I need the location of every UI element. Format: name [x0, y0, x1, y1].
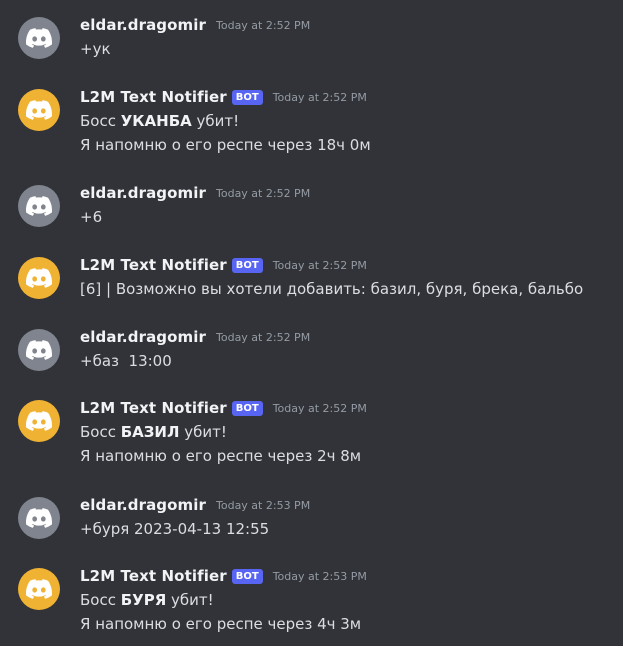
timestamp: Today at 2:52 PM [272, 258, 367, 272]
boss-name: БУРЯ [120, 591, 167, 609]
message-header: eldar.dragomir Today at 2:53 PM [80, 494, 310, 516]
chat-message-list: eldar.dragomir Today at 2:52 PM +ук L2M … [0, 0, 623, 646]
username[interactable]: L2M Text Notifier [80, 399, 227, 417]
message-content: Босс УКАНБА убит! [80, 110, 239, 132]
bot-tag-badge: BOT [231, 400, 263, 416]
discord-logo-icon [26, 579, 52, 599]
discord-logo-icon [26, 100, 52, 120]
username[interactable]: eldar.dragomir [80, 496, 206, 514]
username[interactable]: L2M Text Notifier [80, 567, 227, 585]
user-avatar[interactable] [18, 329, 60, 371]
boss-name: БАЗИЛ [120, 423, 180, 441]
bot-avatar[interactable] [18, 257, 60, 299]
timestamp: Today at 2:52 PM [216, 186, 311, 200]
message-header: eldar.dragomir Today at 2:52 PM [80, 14, 310, 36]
discord-logo-icon [26, 508, 52, 528]
message-content: Босс БАЗИЛ убит! [80, 421, 227, 443]
user-avatar[interactable] [18, 185, 60, 227]
discord-logo-icon [26, 268, 52, 288]
user-avatar[interactable] [18, 497, 60, 539]
bot-avatar[interactable] [18, 89, 60, 131]
message-header: L2M Text Notifier BOT Today at 2:53 PM [80, 565, 367, 587]
discord-logo-icon [26, 196, 52, 216]
discord-logo-icon [26, 340, 52, 360]
message-content: Я напомню о его респе через 4ч 3м [80, 615, 362, 633]
message-content: Босс БУРЯ убит! [80, 589, 214, 611]
message-content: +ук [80, 40, 111, 58]
timestamp: Today at 2:52 PM [216, 330, 311, 344]
timestamp: Today at 2:53 PM [216, 498, 311, 512]
message-content: Я напомню о его респе через 18ч 0м [80, 136, 371, 154]
username[interactable]: eldar.dragomir [80, 16, 206, 34]
username[interactable]: L2M Text Notifier [80, 88, 227, 106]
message-header: L2M Text Notifier BOT Today at 2:52 PM [80, 397, 367, 419]
bot-avatar[interactable] [18, 568, 60, 610]
user-avatar[interactable] [18, 17, 60, 59]
message-content: Я напомню о его респе через 2ч 8м [80, 447, 362, 465]
bot-avatar[interactable] [18, 400, 60, 442]
bot-tag-badge: BOT [231, 257, 263, 273]
message-text: Босс [80, 112, 121, 130]
message-header: eldar.dragomir Today at 2:52 PM [80, 326, 310, 348]
message-text: Босс [80, 423, 121, 441]
message-text: убит! [166, 591, 214, 609]
discord-logo-icon [26, 28, 52, 48]
message-header: L2M Text Notifier BOT Today at 2:52 PM [80, 254, 367, 276]
message-text: Босс [80, 591, 121, 609]
timestamp: Today at 2:52 PM [272, 90, 367, 104]
username[interactable]: eldar.dragomir [80, 184, 206, 202]
username[interactable]: eldar.dragomir [80, 328, 206, 346]
message-content: +6 [80, 208, 103, 226]
username[interactable]: L2M Text Notifier [80, 256, 227, 274]
bot-tag-badge: BOT [231, 89, 263, 105]
timestamp: Today at 2:52 PM [272, 401, 367, 415]
discord-logo-icon [26, 411, 52, 431]
message-header: eldar.dragomir Today at 2:52 PM [80, 182, 310, 204]
message-content: +баз 13:00 [80, 352, 172, 370]
message-header: L2M Text Notifier BOT Today at 2:52 PM [80, 86, 367, 108]
message-text: убит! [191, 112, 240, 130]
message-text: убит! [179, 423, 227, 441]
message-content: [6] | Возможно вы хотели добавить: базил… [80, 280, 584, 298]
timestamp: Today at 2:52 PM [216, 18, 311, 32]
bot-tag-badge: BOT [231, 568, 263, 584]
timestamp: Today at 2:53 PM [272, 569, 367, 583]
message-content: +буря 2023-04-13 12:55 [80, 520, 270, 538]
boss-name: УКАНБА [120, 112, 192, 130]
